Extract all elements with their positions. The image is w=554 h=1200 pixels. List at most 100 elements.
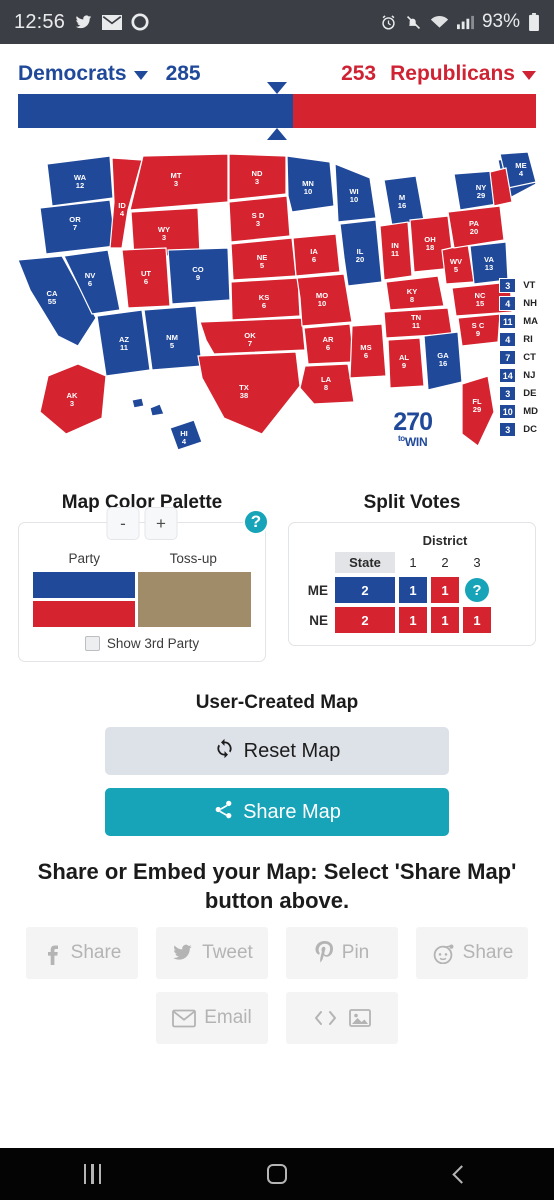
palette-stepper[interactable]: - + xyxy=(106,507,178,540)
share-nodes-icon xyxy=(213,799,234,826)
me-state-votes[interactable]: 2 xyxy=(335,577,395,603)
status-bar-left: 12:56 xyxy=(14,11,149,34)
palette-plus-button[interactable]: + xyxy=(144,507,178,540)
ne-row[interactable]: 4 RI xyxy=(499,332,538,347)
ne-abbr: NJ xyxy=(523,370,536,381)
nav-back-button[interactable] xyxy=(369,1164,554,1184)
me-district-3-help-icon[interactable]: ? xyxy=(463,577,491,603)
palette-minus-button[interactable]: - xyxy=(106,507,140,540)
svg-text:13: 13 xyxy=(485,263,493,272)
show-third-party-checkbox[interactable] xyxy=(84,636,100,651)
nav-home-button[interactable] xyxy=(185,1164,370,1184)
democrats-label: Democrats xyxy=(18,62,127,85)
share-reddit-button[interactable]: Share xyxy=(416,927,528,980)
ne-votes: 3 xyxy=(499,422,517,437)
ne-votes: 3 xyxy=(499,386,517,401)
svg-text:8: 8 xyxy=(324,383,328,392)
back-icon xyxy=(452,1164,471,1184)
nav-recents-button[interactable] xyxy=(0,1164,185,1184)
refresh-icon xyxy=(214,738,235,765)
share-email-button[interactable]: Email xyxy=(156,992,268,1045)
palette-tossup-header: Toss-up xyxy=(169,551,217,566)
share-pinterest-button[interactable]: Pin xyxy=(286,927,398,980)
recents-icon xyxy=(83,1164,102,1184)
ne-abbr: DE xyxy=(523,388,537,399)
ne-abbr: NH xyxy=(523,298,537,309)
svg-text:16: 16 xyxy=(439,359,447,368)
state-tx xyxy=(197,351,301,435)
ne-district-3[interactable]: 1 xyxy=(463,607,491,633)
svg-text:55: 55 xyxy=(48,297,57,306)
ne-state-votes[interactable]: 2 xyxy=(335,607,395,633)
palette-swatch-democrat[interactable] xyxy=(33,572,136,598)
ne-row[interactable]: 7 CT xyxy=(499,350,538,365)
svg-text:11: 11 xyxy=(120,343,129,352)
svg-text:6: 6 xyxy=(312,255,316,264)
facebook-icon xyxy=(43,941,63,966)
republicans-vote-count: 253 xyxy=(341,62,377,85)
user-created-map-section: User-Created Map Reset Map Share Map xyxy=(0,692,554,836)
tally-bar-democrats xyxy=(18,94,293,128)
alarm-icon xyxy=(380,14,397,31)
ne-district-2[interactable]: 1 xyxy=(431,607,459,633)
ne-row[interactable]: 14 NJ xyxy=(499,368,538,383)
svg-text:15: 15 xyxy=(476,299,485,308)
democrats-dropdown[interactable]: Democrats xyxy=(18,62,148,86)
status-bar-clock: 12:56 xyxy=(14,10,66,33)
share-email-label: Email xyxy=(204,1007,252,1029)
split-votes-grid: District State 1 2 3 ME 2 1 1 ? NE 2 1 1… xyxy=(301,533,523,633)
palette-help-icon[interactable]: ? xyxy=(243,509,269,535)
wifi-icon xyxy=(430,14,449,30)
reset-map-button[interactable]: Reset Map xyxy=(105,727,449,775)
ne-votes: 11 xyxy=(499,314,517,329)
district-number-2: 2 xyxy=(441,555,449,570)
tally-bar xyxy=(18,82,536,140)
share-embed-button[interactable] xyxy=(286,992,398,1045)
ne-row[interactable]: 3 DC xyxy=(499,422,538,437)
share-facebook-button[interactable]: Share xyxy=(26,927,138,980)
ne-abbr: DC xyxy=(523,424,537,435)
svg-text:29: 29 xyxy=(473,405,481,414)
svg-text:9: 9 xyxy=(402,361,406,370)
ne-row[interactable]: 4 NH xyxy=(499,296,538,311)
electoral-vote-tally: Democrats 285 253 Republicans xyxy=(0,44,554,140)
palette-headers: Party Toss-up xyxy=(33,551,251,566)
reset-map-label: Reset Map xyxy=(243,739,341,762)
ne-votes: 4 xyxy=(499,332,517,347)
republicans-dropdown[interactable]: Republicans xyxy=(390,62,536,86)
svg-text:20: 20 xyxy=(356,255,364,264)
ne-row[interactable]: 3 VT xyxy=(499,278,538,293)
svg-text:11: 11 xyxy=(412,321,421,330)
electoral-map[interactable]: WA 12 OR 7 CA 55 NV 6 ID 4 MT 3 WY 3 UT 6 AZ 11 N… xyxy=(0,150,554,480)
twitter-icon xyxy=(74,14,93,31)
split-row-label-me: ME xyxy=(307,582,328,598)
split-row-label-ne: NE xyxy=(309,612,328,628)
share-embed-heading: Share or Embed your Map: Select 'Share M… xyxy=(37,859,517,913)
me-district-2[interactable]: 1 xyxy=(431,577,459,603)
state-hi-3 xyxy=(131,397,145,409)
share-map-button[interactable]: Share Map xyxy=(105,788,449,836)
ne-row[interactable]: 3 DE xyxy=(499,386,538,401)
me-district-1[interactable]: 1 xyxy=(399,577,427,603)
settings-panels: Map Color Palette - + ? Party Toss-up Sh… xyxy=(0,492,554,662)
ne-row[interactable]: 10 MD xyxy=(499,404,538,419)
share-twitter-button[interactable]: Tweet xyxy=(156,927,268,980)
ne-abbr: RI xyxy=(523,334,533,345)
ne-district-1[interactable]: 1 xyxy=(399,607,427,633)
battery-icon xyxy=(528,12,540,32)
ne-row[interactable]: 11 MA xyxy=(499,314,538,329)
palette-swatch-tossup[interactable] xyxy=(138,572,251,627)
show-third-party-row[interactable]: Show 3rd Party xyxy=(33,636,251,651)
tally-bar-track xyxy=(18,94,536,128)
majority-marker-top-icon xyxy=(267,82,287,94)
republicans-label: Republicans xyxy=(390,62,515,85)
ne-abbr: MD xyxy=(523,406,538,417)
palette-card: - + ? Party Toss-up Show 3rd Party xyxy=(18,507,269,662)
palette-party-header: Party xyxy=(68,551,100,566)
map-color-palette-panel: Map Color Palette - + ? Party Toss-up Sh… xyxy=(18,492,269,662)
image-icon xyxy=(349,1008,371,1028)
palette-swatch-republican[interactable] xyxy=(33,601,136,627)
svg-text:18: 18 xyxy=(426,243,434,252)
us-map-svg[interactable]: WA12 OR7 CA55 NV6 ID4 MT3 WY3 UT6 AZ11 N… xyxy=(0,150,554,480)
share-map-label: Share Map xyxy=(243,800,341,823)
